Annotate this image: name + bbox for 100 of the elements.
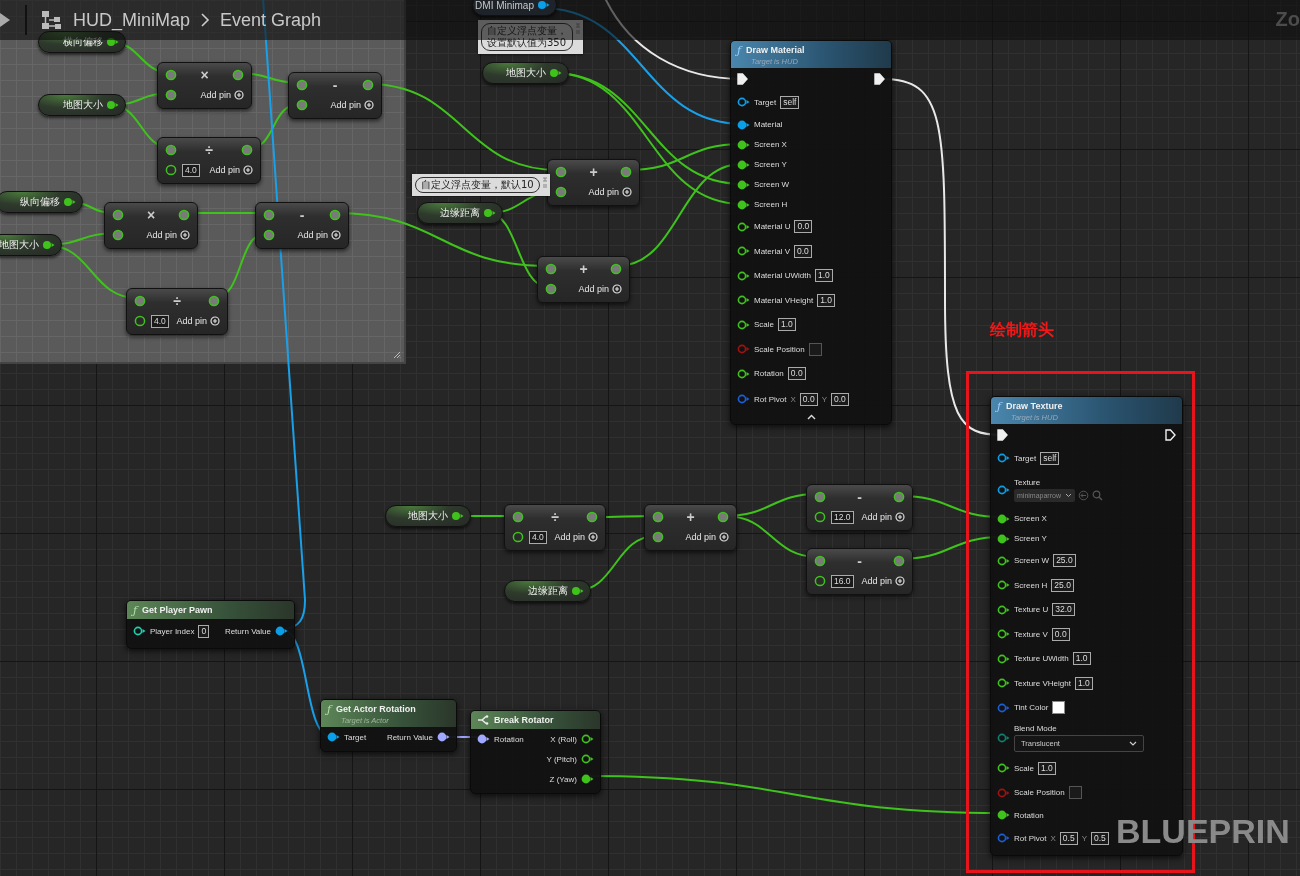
data-pin[interactable] xyxy=(165,164,177,176)
math-node[interactable]: ÷ 4.0 Add pin xyxy=(157,137,261,184)
exec-pin[interactable] xyxy=(997,429,1008,441)
data-pin[interactable] xyxy=(327,732,340,742)
exec-pin[interactable] xyxy=(874,73,885,85)
comment-bubble[interactable]: 自定义浮点变量，默认10 xyxy=(412,174,550,196)
data-pin[interactable] xyxy=(329,209,341,221)
data-pin[interactable] xyxy=(571,586,584,596)
variable-node[interactable]: 地图大小 xyxy=(482,62,569,84)
data-pin[interactable] xyxy=(549,68,562,78)
data-pin[interactable] xyxy=(63,197,76,207)
variable-node[interactable]: 地图大小 xyxy=(38,94,126,116)
data-pin[interactable] xyxy=(737,295,750,306)
node-header[interactable]: Break Rotator xyxy=(471,711,600,729)
input-field[interactable]: 1.0 xyxy=(1074,676,1093,690)
data-pin[interactable] xyxy=(581,774,594,784)
math-node[interactable]: + Add pin xyxy=(537,256,630,303)
data-pin[interactable] xyxy=(610,263,622,275)
input-field[interactable]: 1.0 xyxy=(1072,652,1091,666)
math-node[interactable]: - 16.0 Add pin xyxy=(806,548,913,595)
data-pin[interactable] xyxy=(165,89,177,101)
input-field[interactable]: 0.0 xyxy=(1051,627,1070,641)
input-field[interactable]: 0 xyxy=(198,624,210,638)
add-pin-button[interactable]: Add pin xyxy=(861,512,905,522)
add-pin-button[interactable]: Add pin xyxy=(861,576,905,586)
input-field[interactable]: 12.0 xyxy=(831,510,854,524)
data-pin[interactable] xyxy=(814,511,826,523)
data-pin[interactable] xyxy=(555,166,567,178)
input-field[interactable]: 0.0 xyxy=(787,367,806,381)
data-pin[interactable] xyxy=(737,179,750,190)
data-pin[interactable] xyxy=(997,604,1010,615)
input-field[interactable]: 0.5 xyxy=(1059,831,1078,845)
exec-pin[interactable] xyxy=(1165,429,1176,441)
input-field[interactable]: 4.0 xyxy=(182,163,200,177)
use-selected-icon[interactable] xyxy=(1077,489,1089,501)
add-pin-button[interactable]: Add pin xyxy=(200,90,244,100)
input-field[interactable]: 1.0 xyxy=(1038,761,1056,775)
data-pin[interactable] xyxy=(134,295,146,307)
data-pin[interactable] xyxy=(512,511,524,523)
data-pin[interactable] xyxy=(997,533,1010,544)
data-pin[interactable] xyxy=(997,453,1010,464)
breadcrumb-item[interactable]: HUD_MiniMap xyxy=(73,9,191,31)
input-field[interactable]: 1.0 xyxy=(817,293,835,307)
data-pin[interactable] xyxy=(737,270,750,281)
data-pin[interactable] xyxy=(165,144,177,156)
checkbox[interactable] xyxy=(808,342,822,356)
data-pin[interactable] xyxy=(814,555,826,567)
data-pin[interactable] xyxy=(997,810,1010,820)
data-pin[interactable] xyxy=(586,511,598,523)
data-pin[interactable] xyxy=(997,555,1010,566)
function-node[interactable]: Break Rotator Rotation X (Roll) Y (Pitch) Z (Yaw) xyxy=(470,710,601,794)
play-icon[interactable] xyxy=(0,11,11,29)
data-pin[interactable] xyxy=(717,511,729,523)
input-field[interactable]: 0.5 xyxy=(1091,831,1109,845)
comment-bubble[interactable]: 自定义浮点变量， 设置默认值为350 xyxy=(478,20,583,54)
data-pin[interactable] xyxy=(620,166,632,178)
data-pin[interactable] xyxy=(42,240,55,250)
variable-node[interactable]: 边缘距离 xyxy=(417,202,503,224)
data-pin[interactable] xyxy=(997,763,1010,774)
add-pin-button[interactable]: Add pin xyxy=(578,284,622,294)
math-node[interactable]: - Add pin xyxy=(255,202,349,249)
math-node[interactable]: × Add pin xyxy=(104,202,198,249)
variable-node[interactable]: 横向偏移 xyxy=(38,31,126,53)
add-pin-button[interactable]: Add pin xyxy=(146,230,190,240)
add-pin-button[interactable]: Add pin xyxy=(685,532,729,542)
variable-node[interactable]: 纵向偏移 xyxy=(0,191,83,213)
input-field[interactable]: 0.0 xyxy=(794,220,813,234)
input-field[interactable]: 1.0 xyxy=(778,318,796,332)
data-pin[interactable] xyxy=(737,97,750,108)
data-pin[interactable] xyxy=(483,208,496,218)
data-pin[interactable] xyxy=(112,229,124,241)
data-pin[interactable] xyxy=(545,263,557,275)
data-pin[interactable] xyxy=(997,629,1010,640)
variable-node[interactable]: 地图大小 xyxy=(385,505,471,527)
data-pin[interactable] xyxy=(437,732,450,742)
data-pin[interactable] xyxy=(451,511,464,521)
variable-node[interactable]: DMI Minimap xyxy=(472,0,557,16)
data-pin[interactable] xyxy=(241,144,253,156)
data-pin[interactable] xyxy=(814,575,826,587)
data-pin[interactable] xyxy=(134,315,146,327)
data-pin[interactable] xyxy=(133,626,146,637)
input-field[interactable]: self xyxy=(780,95,800,109)
color-swatch[interactable] xyxy=(1052,701,1066,715)
data-pin[interactable] xyxy=(997,678,1010,689)
data-pin[interactable] xyxy=(106,37,119,47)
data-pin[interactable] xyxy=(814,491,826,503)
data-pin[interactable] xyxy=(232,69,244,81)
data-pin[interactable] xyxy=(737,159,750,170)
add-pin-button[interactable]: Add pin xyxy=(588,187,632,197)
breadcrumb-item[interactable]: Event Graph xyxy=(220,9,322,31)
data-pin[interactable] xyxy=(737,199,750,210)
math-node[interactable]: - 12.0 Add pin xyxy=(806,484,913,531)
data-pin[interactable] xyxy=(477,734,490,744)
input-field[interactable]: 1.0 xyxy=(814,269,833,283)
data-pin[interactable] xyxy=(652,511,664,523)
data-pin[interactable] xyxy=(737,319,750,330)
data-pin[interactable] xyxy=(106,100,119,110)
add-pin-button[interactable]: Add pin xyxy=(554,532,598,542)
data-pin[interactable] xyxy=(178,209,190,221)
input-field[interactable]: 0.0 xyxy=(794,244,812,258)
